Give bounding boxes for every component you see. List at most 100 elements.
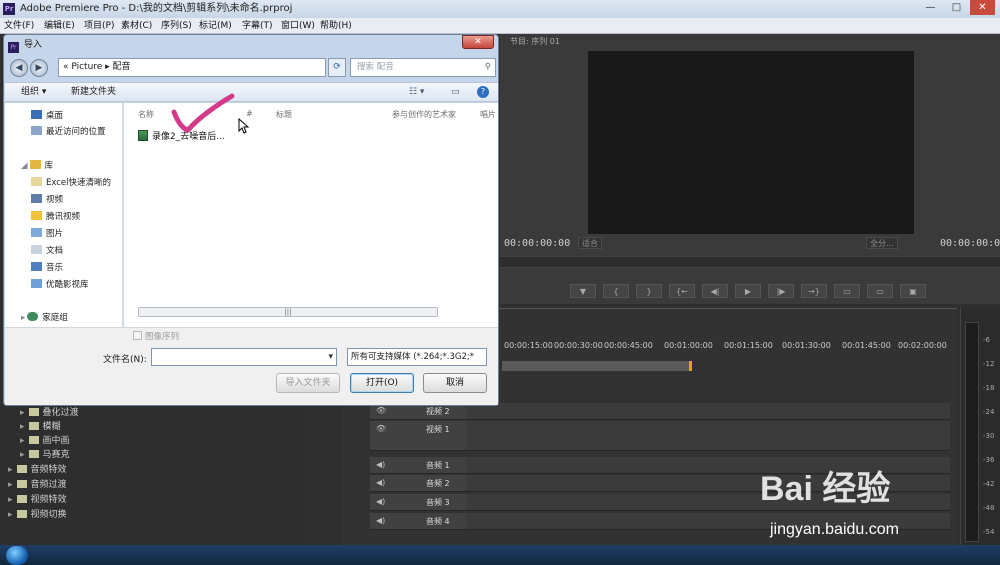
scrollbar-grip: |||: [284, 308, 292, 316]
nav-item-pictures[interactable]: 图片: [31, 227, 63, 239]
step-forward-button[interactable]: |▶: [768, 284, 794, 298]
work-area-bar[interactable]: [502, 361, 692, 371]
refresh-button[interactable]: ⟳: [328, 58, 346, 77]
monitor-scrubber[interactable]: [500, 256, 1000, 268]
nav-item-video[interactable]: 视频: [31, 193, 63, 205]
image-sequence-checkbox[interactable]: 图像序列: [133, 330, 179, 342]
nav-item-recent[interactable]: 最近访问的位置: [31, 125, 106, 137]
homegroup-icon: [27, 312, 39, 321]
nav-item-tencent-video[interactable]: 腾讯视频: [31, 210, 80, 222]
start-button[interactable]: [6, 546, 28, 565]
eye-icon[interactable]: 👁: [376, 406, 386, 415]
track-label: 音频 2: [426, 479, 450, 488]
nav-item-excel[interactable]: Excel快速清晰的: [31, 176, 111, 188]
meter-label: -30: [983, 432, 995, 440]
forward-button[interactable]: ▶: [30, 59, 48, 77]
open-button[interactable]: 打开(O): [350, 373, 414, 393]
track-video-1[interactable]: 👁 视频 1: [370, 421, 950, 451]
tree-item[interactable]: ▸ 视频特效: [8, 492, 67, 505]
tree-item[interactable]: ▸ 音频过渡: [8, 477, 67, 490]
menu-clip[interactable]: 素材(C): [121, 18, 152, 34]
back-button[interactable]: ◀: [10, 59, 28, 77]
import-folder-button[interactable]: 导入文件夹: [276, 373, 340, 393]
tree-item[interactable]: ▸ 画中画: [20, 433, 70, 446]
tree-item[interactable]: ▸ 模糊: [20, 419, 61, 432]
go-to-in-button[interactable]: {←: [669, 284, 695, 298]
filename-input[interactable]: [151, 348, 337, 366]
premiere-icon: Pr: [3, 3, 15, 15]
speaker-icon[interactable]: ◀): [376, 516, 385, 525]
column-number[interactable]: #: [246, 109, 253, 118]
organize-button[interactable]: 组织 ▾: [21, 83, 46, 102]
help-icon[interactable]: ?: [477, 86, 489, 98]
minimize-button[interactable]: —: [918, 0, 943, 15]
meter-label: -12: [983, 360, 995, 368]
nav-item-youku[interactable]: 优酷影视库: [31, 278, 89, 290]
menu-window[interactable]: 窗口(W): [281, 18, 315, 34]
maximize-button[interactable]: □: [944, 0, 969, 15]
dialog-close-button[interactable]: ✕: [462, 35, 494, 49]
track-label: 音频 1: [426, 461, 450, 470]
add-marker-button[interactable]: ▼: [570, 284, 596, 298]
export-frame-button[interactable]: ▣: [900, 284, 926, 298]
address-bar[interactable]: « Picture ▸ 配音: [58, 58, 326, 77]
menu-marker[interactable]: 标记(M): [199, 18, 232, 34]
menu-file[interactable]: 文件(F): [4, 18, 34, 34]
folder-icon: [16, 480, 27, 488]
nav-item-music[interactable]: 音乐: [31, 261, 63, 273]
mark-in-button[interactable]: {: [603, 284, 629, 298]
nav-item-library[interactable]: ◢ 库: [21, 159, 53, 171]
desktop-icon: [31, 110, 42, 119]
library-icon: [29, 160, 41, 169]
tools-panel: [310, 405, 340, 545]
mark-out-button[interactable]: }: [636, 284, 662, 298]
cancel-button[interactable]: 取消: [423, 373, 487, 393]
breadcrumb[interactable]: « Picture ▸ 配音: [63, 62, 131, 72]
tree-item[interactable]: ▸ 叠化过渡: [20, 405, 79, 418]
column-title[interactable]: 标题: [276, 109, 292, 120]
tree-item[interactable]: ▸ 马赛克: [20, 447, 70, 460]
monitor-timecode-right[interactable]: 00:00:00:00: [940, 238, 1000, 249]
menu-project[interactable]: 项目(P): [84, 18, 114, 34]
preview-pane-icon[interactable]: ▭: [451, 83, 460, 102]
folder-icon: [28, 450, 39, 458]
filetype-select[interactable]: 所有可支持媒体 (*.264;*.3G2;*: [347, 348, 487, 366]
column-artist[interactable]: 参与创作的艺术家: [392, 109, 456, 120]
monitor-timecode-left[interactable]: 00:00:00:00: [504, 238, 570, 249]
menu-help[interactable]: 帮助(H): [320, 18, 352, 34]
media-file-icon: [138, 130, 148, 141]
transport-controls: ▼ { } {← ◀| ▶ |▶ →} ▭ ▭ ▣: [570, 284, 926, 298]
menu-sequence[interactable]: 序列(S): [161, 18, 192, 34]
extract-button[interactable]: ▭: [867, 284, 893, 298]
dialog-toolbar: 组织 ▾ 新建文件夹 ☷ ▾ ▭ ?: [5, 82, 498, 102]
column-name[interactable]: 名称: [138, 109, 154, 120]
search-input[interactable]: 搜索 配音 ⚲: [350, 58, 496, 77]
speaker-icon[interactable]: ◀): [376, 478, 385, 487]
step-back-button[interactable]: ◀|: [702, 284, 728, 298]
tree-item[interactable]: ▸ 音频特效: [8, 462, 67, 475]
go-to-out-button[interactable]: →}: [801, 284, 827, 298]
eye-icon[interactable]: 👁: [376, 424, 386, 433]
ruler-tick: 00:00:45:00: [604, 341, 653, 350]
folder-icon: [28, 408, 39, 416]
quality-dropdown[interactable]: 全分...: [866, 237, 898, 249]
tree-item[interactable]: ▸ 视频切换: [8, 507, 67, 520]
speaker-icon[interactable]: ◀): [376, 497, 385, 506]
play-button[interactable]: ▶: [735, 284, 761, 298]
new-folder-button[interactable]: 新建文件夹: [71, 83, 116, 102]
fit-dropdown[interactable]: 适合: [578, 237, 602, 249]
nav-item-desktop[interactable]: 桌面: [31, 109, 63, 121]
track-label: 音频 3: [426, 498, 450, 507]
speaker-icon[interactable]: ◀): [376, 460, 385, 469]
view-options-icon[interactable]: ☷ ▾: [409, 83, 424, 102]
close-button[interactable]: ✕: [970, 0, 995, 15]
nav-item-homegroup[interactable]: ▸ 家庭组: [21, 311, 68, 323]
menu-title[interactable]: 字幕(T): [242, 18, 273, 34]
menu-edit[interactable]: 编辑(E): [44, 18, 75, 34]
folder-icon: [28, 436, 39, 444]
lift-button[interactable]: ▭: [834, 284, 860, 298]
nav-item-documents[interactable]: 文档: [31, 244, 63, 256]
tab-program-monitor[interactable]: 节目: 序列 01: [510, 36, 560, 47]
horizontal-scrollbar[interactable]: |||: [138, 307, 438, 317]
column-album[interactable]: 唱片: [480, 109, 496, 120]
